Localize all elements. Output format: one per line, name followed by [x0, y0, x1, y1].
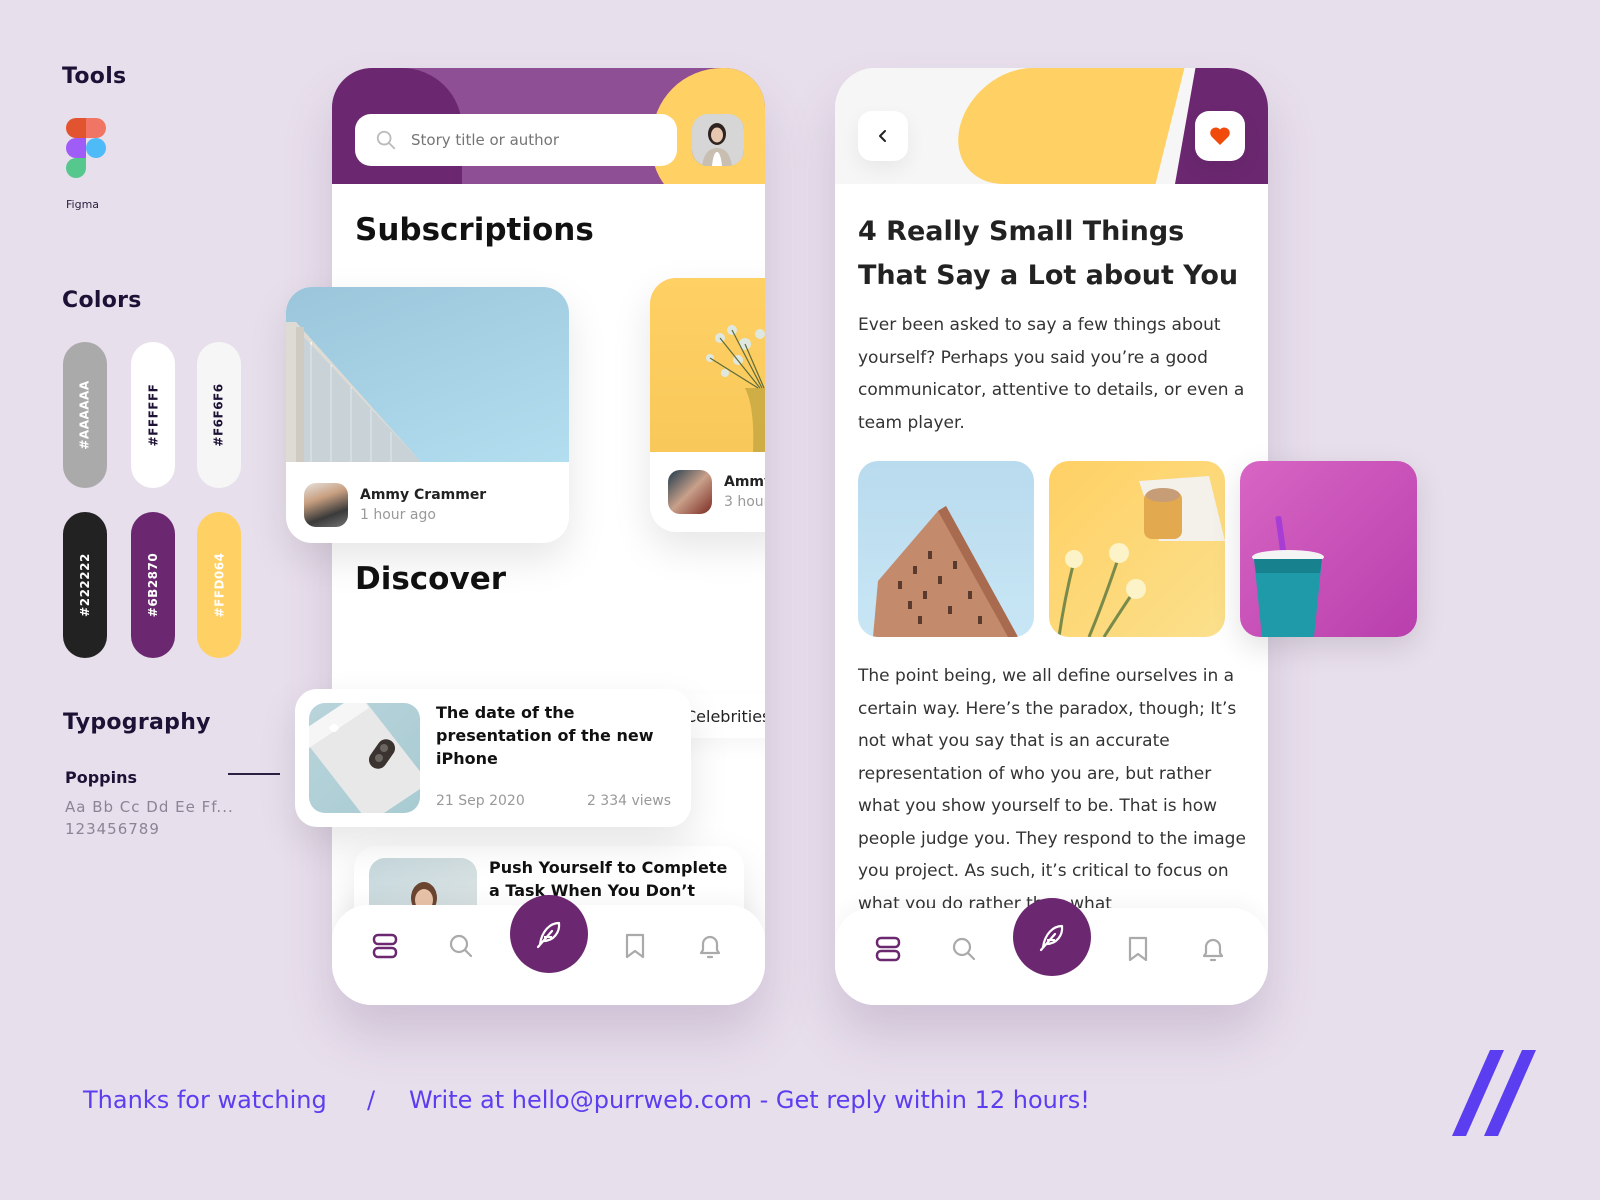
write-story-button[interactable] [510, 895, 588, 973]
gallery-image-building[interactable] [858, 461, 1034, 637]
card-author: Ammy Crammer 3 hours ago [668, 470, 765, 514]
font-sample-letters: Aa Bb Cc Dd Ee Ff... [65, 798, 234, 816]
drink-cup-icon [1252, 516, 1324, 637]
figma-label: Figma [66, 198, 100, 211]
tools-title: Tools [62, 64, 127, 89]
write-story-button[interactable] [1013, 898, 1091, 976]
color-hex-label: #AAAAAA [78, 380, 92, 450]
author-name: Ammy Crammer [360, 487, 487, 503]
post-time: 3 hours ago [724, 494, 765, 510]
color-hex-label: #F6F6F6 [212, 383, 227, 447]
phone-photo-icon [309, 703, 420, 813]
article-views: 2 334 views [586, 793, 671, 809]
coffee-flowers-icon [1057, 476, 1225, 637]
building-icon [286, 322, 421, 462]
typography-title: Typography [63, 710, 211, 735]
back-button[interactable] [858, 111, 908, 161]
story-header [835, 68, 1268, 184]
font-sample-digits: 123456789 [65, 820, 160, 838]
font-sample: Aa Bb Cc Dd Ee Ff... 123456789 [65, 796, 234, 840]
search-input[interactable] [411, 131, 651, 149]
bottom-navigation [835, 898, 1268, 1005]
flatiron-building-icon [873, 506, 1018, 637]
story-intro-paragraph: Ever been asked to say a few things abou… [858, 315, 1245, 433]
story-title: 4 Really Small Things That Say a Lot abo… [858, 216, 1239, 291]
color-hex-label: #6B2870 [146, 552, 161, 618]
divider-line [228, 773, 280, 775]
search-icon [376, 130, 396, 150]
search-bar[interactable] [355, 114, 677, 166]
font-name: Poppins [65, 768, 138, 787]
feed-icon[interactable] [370, 931, 400, 961]
article-thumbnail [309, 703, 420, 813]
subscription-card[interactable]: Ammy Crammer 1 hour ago [286, 287, 569, 543]
figma-logo-icon [66, 118, 106, 178]
search-icon[interactable] [446, 931, 476, 961]
search-icon[interactable] [949, 934, 979, 964]
gallery-image-cup[interactable] [1240, 461, 1417, 637]
feather-pen-icon [1039, 924, 1064, 952]
contact-text[interactable]: Write at hello@purrweb.com - Get reply w… [409, 1086, 1090, 1114]
header-shape-yellow [945, 68, 1185, 184]
card-author: Ammy Crammer 1 hour ago [304, 483, 486, 527]
colors-title: Colors [62, 288, 142, 313]
color-swatch: #6B2870 [131, 512, 175, 658]
feed-icon[interactable] [873, 934, 903, 964]
discover-title: Discover [355, 561, 507, 597]
bookmark-icon[interactable] [1123, 934, 1153, 964]
heart-icon [1210, 127, 1230, 145]
user-avatar[interactable] [692, 114, 744, 166]
color-hex-label: #222222 [78, 553, 92, 617]
subscription-card[interactable]: Ammy Crammer 3 hours ago [650, 278, 765, 532]
color-swatch: #FFFFFF [131, 342, 175, 488]
article-card[interactable]: The date of the presentation of the new … [295, 689, 691, 827]
feather-pen-icon [536, 921, 561, 949]
author-name: Ammy Crammer [724, 474, 765, 490]
color-hex-label: #FFD064 [212, 552, 226, 618]
flowers-photo [650, 278, 765, 452]
chevron-left-icon [879, 130, 886, 142]
subscriptions-title: Subscriptions [355, 212, 594, 248]
article-title: The date of the presentation of the new … [436, 703, 654, 768]
bottom-navigation [332, 895, 765, 1005]
purrweb-logo-icon [1452, 1050, 1536, 1136]
favorite-button[interactable] [1195, 111, 1245, 161]
author-avatar [668, 470, 712, 514]
feed-header [332, 68, 765, 184]
article-date: 21 Sep 2020 [436, 793, 525, 809]
post-time: 1 hour ago [360, 507, 436, 523]
color-swatch: #AAAAAA [63, 342, 107, 488]
bookmark-icon[interactable] [620, 931, 650, 961]
story-body-paragraph: The point being, we all define ourselves… [858, 666, 1246, 914]
color-swatch: #222222 [63, 512, 107, 658]
color-swatch: #FFD064 [197, 512, 241, 658]
author-avatar [304, 483, 348, 527]
bell-icon[interactable] [1198, 934, 1228, 964]
thanks-text: Thanks for watching [83, 1086, 327, 1114]
separator: / [367, 1086, 376, 1114]
bell-icon[interactable] [695, 931, 725, 961]
gallery-image-coffee[interactable] [1049, 461, 1225, 637]
color-swatch: #F6F6F6 [197, 342, 241, 488]
user-portrait-icon [692, 114, 744, 166]
building-sky-photo [286, 287, 569, 462]
color-hex-label: #FFFFFF [146, 383, 160, 447]
flowers-vase-icon [706, 325, 765, 452]
